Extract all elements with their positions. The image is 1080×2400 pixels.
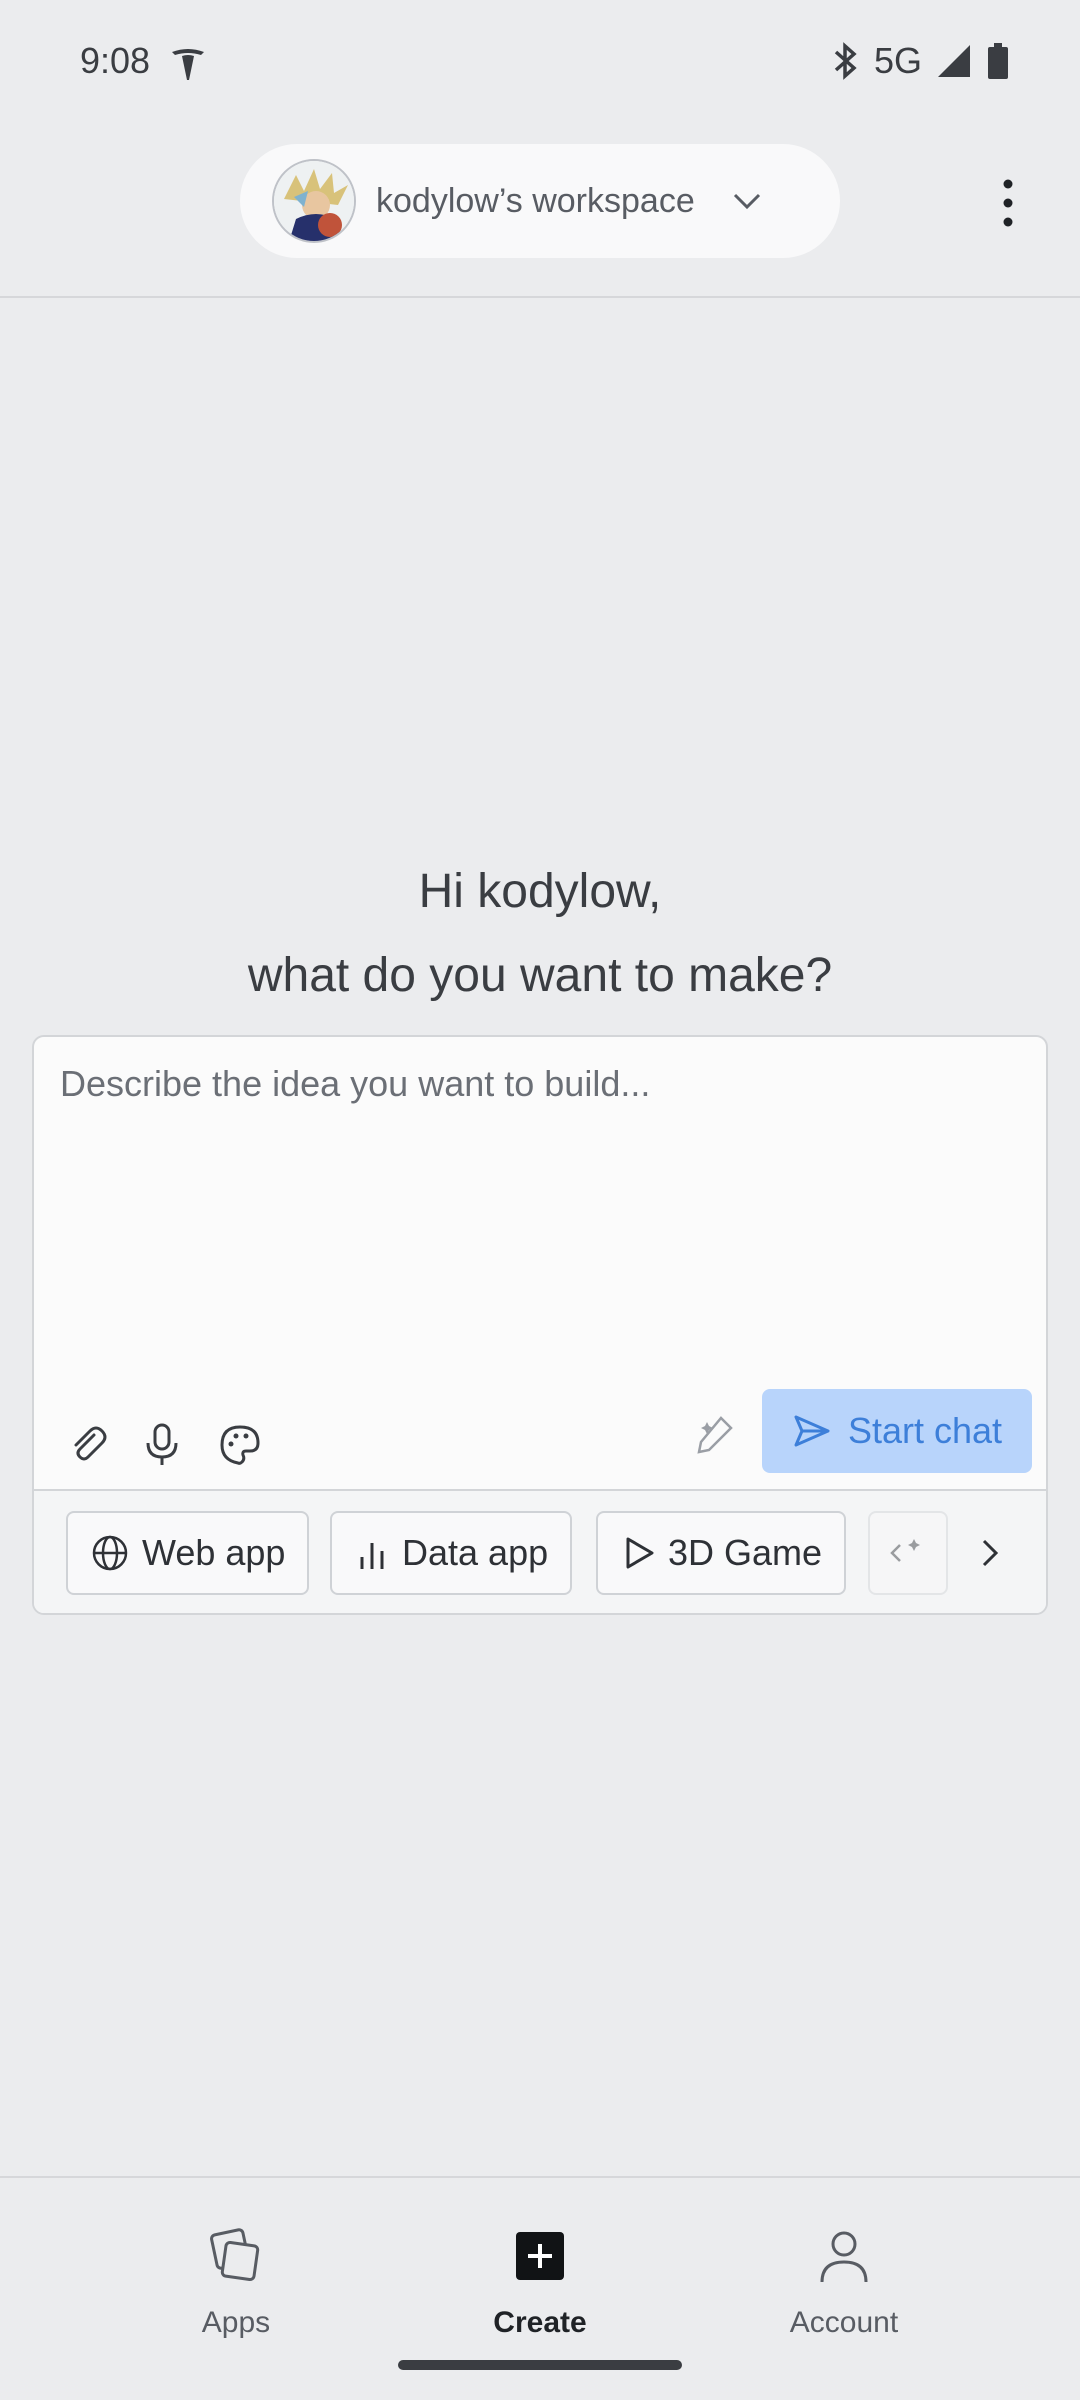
nav-account[interactable]: Account bbox=[744, 2226, 944, 2340]
screen: 9:08 5G kodylow’s workspace Hi kodylow, … bbox=[0, 0, 1080, 2400]
code-sparkle-icon bbox=[890, 1539, 920, 1562]
chevron-down-icon bbox=[733, 193, 760, 210]
home-indicator[interactable] bbox=[398, 2360, 682, 2370]
chip-label: Web app bbox=[142, 1532, 286, 1573]
prompt-input[interactable] bbox=[60, 1063, 1020, 1363]
palette-button[interactable] bbox=[212, 1417, 268, 1473]
bar-chart-icon bbox=[360, 1543, 384, 1569]
nav-label: Create bbox=[493, 2306, 587, 2339]
battery-icon bbox=[988, 43, 1008, 79]
greeting-line-2: what do you want to make? bbox=[247, 949, 833, 1002]
chip-3d-game[interactable]: 3D Game bbox=[596, 1511, 847, 1595]
network-type: 5G bbox=[873, 40, 922, 81]
attach-button[interactable] bbox=[60, 1417, 116, 1473]
enhance-prompt-button[interactable] bbox=[686, 1407, 742, 1463]
start-chat-button[interactable]: Start chat bbox=[762, 1389, 1032, 1473]
chip-more-partial[interactable] bbox=[868, 1511, 948, 1595]
chip-web-app[interactable]: Web app bbox=[66, 1511, 310, 1595]
chip-data-app[interactable]: Data app bbox=[330, 1511, 573, 1595]
header: kodylow’s workspace bbox=[0, 128, 1080, 298]
bluetooth-icon bbox=[834, 42, 857, 80]
tesla-icon bbox=[172, 49, 204, 80]
attach-icon bbox=[74, 1426, 107, 1461]
mic-icon bbox=[146, 1423, 178, 1465]
apps-icon bbox=[210, 2228, 260, 2282]
nav-label: Apps bbox=[201, 2306, 271, 2339]
account-icon bbox=[820, 2231, 868, 2283]
greeting-line-1: Hi kodylow, bbox=[418, 865, 662, 918]
palette-icon bbox=[220, 1425, 260, 1465]
more-vert-icon[interactable] bbox=[998, 178, 1018, 228]
create-icon bbox=[516, 2232, 564, 2280]
nav-label: Account bbox=[789, 2306, 899, 2339]
greeting: Hi kodylow, what do you want to make? bbox=[0, 850, 1080, 1018]
start-chat-label: Start chat bbox=[847, 1410, 1003, 1451]
status-time: 9:08 bbox=[80, 40, 151, 81]
status-right: 5G bbox=[830, 40, 1010, 82]
play-icon bbox=[626, 1537, 654, 1569]
avatar[interactable] bbox=[272, 159, 356, 243]
magic-pen-icon bbox=[697, 1416, 733, 1454]
status-bar: 9:08 5G bbox=[0, 0, 1080, 128]
workspace-switcher[interactable]: kodylow’s workspace bbox=[240, 144, 840, 258]
send-icon bbox=[794, 1415, 830, 1447]
mic-button[interactable] bbox=[134, 1417, 190, 1473]
workspace-name: kodylow’s workspace bbox=[376, 181, 695, 220]
prompt-card: Start chat Web app Data app bbox=[32, 1035, 1048, 1615]
chevron-right-icon[interactable] bbox=[970, 1533, 1010, 1573]
signal-icon bbox=[938, 45, 970, 77]
chip-label: 3D Game bbox=[668, 1532, 823, 1573]
globe-icon bbox=[92, 1535, 128, 1571]
chip-label: Data app bbox=[402, 1532, 549, 1573]
nav-apps[interactable]: Apps bbox=[136, 2226, 336, 2340]
nav-create[interactable]: Create bbox=[440, 2226, 640, 2340]
template-chips-bar: Web app Data app 3D Game bbox=[34, 1489, 1046, 1613]
